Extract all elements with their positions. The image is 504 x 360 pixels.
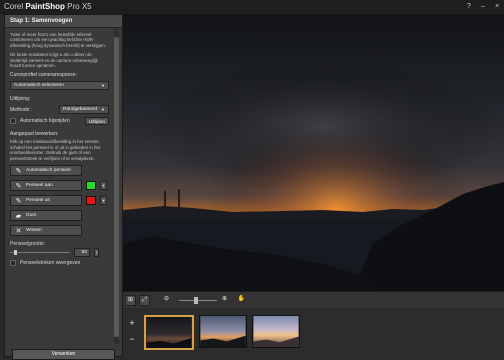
method-value: Randgebaseerd xyxy=(63,107,98,113)
chevron-down-icon: ▼ xyxy=(101,107,105,113)
brush-on-label: Penseel aan xyxy=(26,183,53,189)
curve-profile-value: Automatisch selecteren xyxy=(14,83,64,89)
intro-text-2: De beste resultaten krijgt u als u allee… xyxy=(10,52,98,69)
brush-on-button[interactable]: ✎ Penseel aan xyxy=(10,180,82,192)
custom-edit-text: Klik op een miniatuurafbeelding in het v… xyxy=(10,139,101,161)
method-label: Methode: xyxy=(10,106,31,113)
brush-off-color-swatch[interactable] xyxy=(86,196,96,206)
intro-text-1: Twee of meer foto's van hetzelfde tafere… xyxy=(10,32,106,48)
step-title: Stap 1: Samenvoegen xyxy=(5,15,122,28)
fit-icon[interactable]: ⤢ xyxy=(139,295,150,306)
zoom-slider-thumb[interactable] xyxy=(194,297,198,304)
clear-x-icon: ✕ xyxy=(15,227,22,235)
method-dropdown[interactable]: Randgebaseerd ▼ xyxy=(59,105,109,115)
hand-icon[interactable]: ✋ xyxy=(236,295,247,306)
brush-size-slider[interactable] xyxy=(10,250,70,256)
align-label: Uitlijning: xyxy=(10,96,31,103)
zoom-in-icon[interactable]: ⊕ xyxy=(219,295,230,306)
stepper-icon[interactable]: ⇕ xyxy=(94,248,99,258)
eraser-label: Gum xyxy=(26,213,37,219)
brush-size-input[interactable]: 50 xyxy=(74,248,90,258)
thumb-2[interactable] xyxy=(199,315,247,348)
title-bar: Corel PaintShop Pro X5 ? – × xyxy=(0,0,504,14)
eraser-icon: ▰ xyxy=(15,212,22,220)
help-button[interactable]: ? xyxy=(465,2,473,11)
title-main: PaintShop xyxy=(25,2,65,11)
curve-profile-dropdown[interactable]: Automatisch selecteren ▼ xyxy=(10,81,109,91)
minus-icon[interactable]: − xyxy=(128,334,136,344)
settings-panel: Stap 1: Samenvoegen Twee of meer foto's … xyxy=(4,14,123,360)
plus-icon[interactable]: + xyxy=(128,318,136,328)
split-view-icon[interactable]: ⊞ xyxy=(125,295,136,306)
brush-minus-icon: ✎ xyxy=(15,197,22,205)
slider-thumb[interactable] xyxy=(14,250,17,256)
brush-plus-icon: ✎ xyxy=(15,182,22,190)
chevron-down-icon[interactable]: ▼ xyxy=(100,181,107,191)
scroll-thumb[interactable] xyxy=(114,37,119,337)
brush-on-color-swatch[interactable] xyxy=(86,181,96,191)
auto-brush-label: Automatisch penseel xyxy=(26,168,71,174)
brush-off-button[interactable]: ✎ Penseel uit xyxy=(10,195,82,207)
close-button[interactable]: × xyxy=(493,2,501,11)
preview-image xyxy=(123,14,504,291)
brush-off-label: Penseel uit xyxy=(26,198,50,204)
clear-button[interactable]: ✕ Wissen xyxy=(10,225,82,237)
autocrop-label: Automatisch bijsnijden xyxy=(20,118,70,125)
show-strokes-checkbox[interactable] xyxy=(10,260,16,267)
preview-area[interactable] xyxy=(123,14,504,291)
show-strokes-label: Penseelstreken weergeven xyxy=(20,260,81,267)
preview-toolbar: ⊞ ⤢ ⊖ ⊕ ✋ xyxy=(123,291,504,308)
filmstrip: + − xyxy=(123,308,504,360)
thumb-3[interactable] xyxy=(252,315,300,348)
thumb-1[interactable] xyxy=(144,315,194,350)
brush-size-label: Penseelgrootte: xyxy=(10,241,46,248)
chevron-down-icon: ▼ xyxy=(101,83,105,89)
custom-edit-label: Aangepast bewerken: xyxy=(10,131,59,138)
eraser-button[interactable]: ▰ Gum xyxy=(10,210,82,222)
auto-brush-icon: ✎ xyxy=(15,167,22,175)
clear-label: Wissen xyxy=(26,228,42,234)
align-button[interactable]: Uitlijnen xyxy=(84,117,109,126)
title-suffix: Pro X5 xyxy=(67,2,92,11)
auto-brush-button[interactable]: ✎ Automatisch penseel xyxy=(10,165,82,177)
minimize-button[interactable]: – xyxy=(479,2,487,11)
curve-label: Curveprofiel cameraresponse: xyxy=(10,72,77,79)
zoom-slider[interactable] xyxy=(179,300,217,301)
app-title: Corel PaintShop Pro X5 xyxy=(4,2,92,11)
autocrop-checkbox[interactable] xyxy=(10,118,16,125)
chevron-down-icon[interactable]: ▼ xyxy=(100,196,107,206)
apply-button[interactable]: Verwerken xyxy=(12,349,115,360)
panel-scrollbar[interactable] xyxy=(114,29,119,344)
zoom-out-icon[interactable]: ⊖ xyxy=(161,295,172,306)
title-prefix: Corel xyxy=(4,2,24,11)
